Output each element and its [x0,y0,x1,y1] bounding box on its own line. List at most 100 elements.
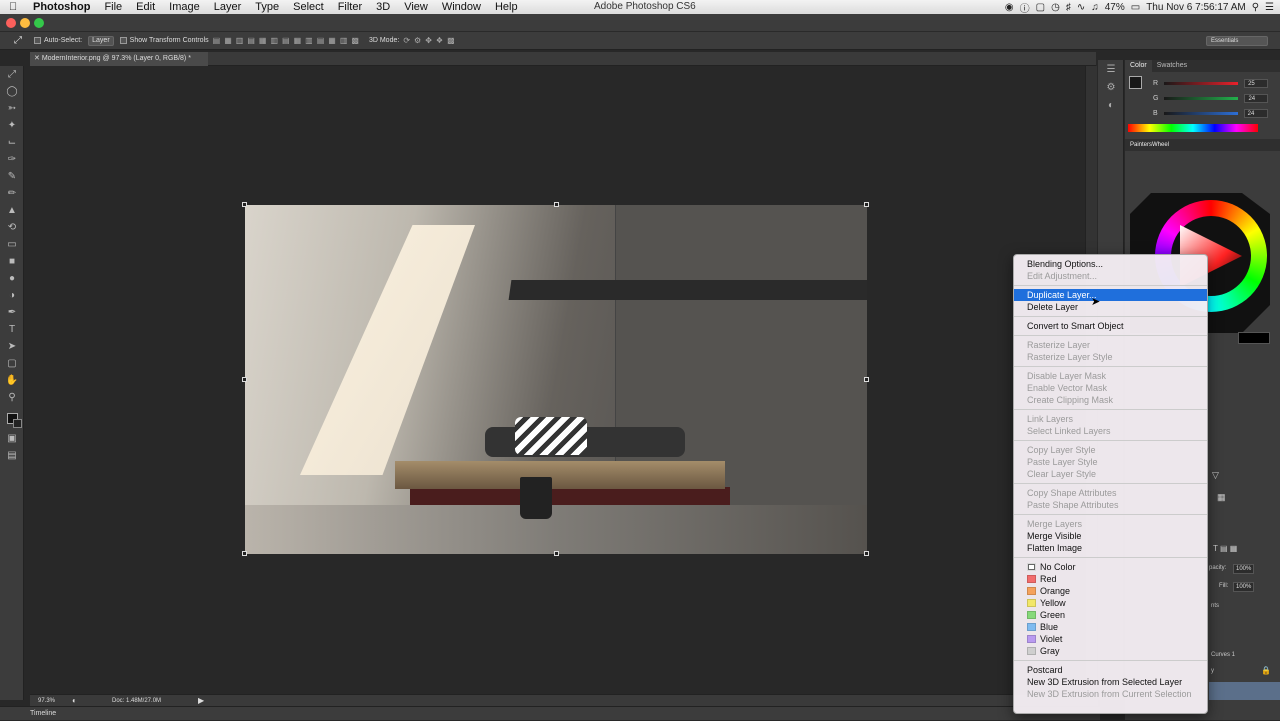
3d-rotate-icon[interactable]: ⟳ [403,36,410,45]
distribute-bottom-icon[interactable]: ▥ [305,36,313,45]
menu-type[interactable]: Type [248,1,286,13]
menu-item-red[interactable]: Red [1014,573,1207,585]
bluetooth-icon[interactable]: ♯ [1066,2,1071,13]
transform-handle[interactable] [864,202,869,207]
close-tab-icon[interactable]: ✕ [34,55,42,62]
menu-view[interactable]: View [397,1,435,13]
menu-layer[interactable]: Layer [207,1,249,13]
type-filter-icon[interactable]: T ▤ ▦ [1213,544,1237,553]
transform-handle[interactable] [554,551,559,556]
shape-tool-icon[interactable]: ▢ [0,355,24,372]
lasso-tool-icon[interactable]: ➳ [0,100,24,117]
transform-controls-checkbox[interactable]: Show Transform Controls [119,37,209,44]
menu-select[interactable]: Select [286,1,331,13]
opacity-field[interactable]: 100% [1233,564,1255,574]
marquee-tool-icon[interactable]: ◯ [0,83,24,100]
minimize-window-button[interactable] [20,18,30,28]
menu-item-violet[interactable]: Violet [1014,633,1207,645]
filter-layers-icon[interactable]: ▽ [1212,470,1219,481]
history-brush-tool-icon[interactable]: ⟲ [0,219,24,236]
record-icon[interactable]: ◉ [1005,2,1014,13]
align-right-icon[interactable]: ▥ [270,36,278,45]
fill-field[interactable]: 100% [1233,582,1255,592]
apple-icon[interactable]:  [9,1,23,13]
distribute-left-icon[interactable]: ▤ [317,36,325,45]
green-slider[interactable] [1164,97,1239,100]
auto-select-checkbox[interactable]: Auto-Select: [34,37,82,44]
3d-drag-icon[interactable]: ✥ [425,36,432,45]
workspace-dropdown[interactable]: Essentials [1206,36,1268,46]
dropbox-icon[interactable]: ▢ [1036,2,1045,13]
document-tab[interactable]: ✕ ModernInterior.png @ 97.3% (Layer 0, R… [30,52,208,66]
menu-item-no-color[interactable]: No Color [1014,561,1207,573]
color-spectrum-bar[interactable] [1128,124,1258,132]
auto-align-icon[interactable]: ▩ [351,36,359,45]
menu-item-blue[interactable]: Blue [1014,621,1207,633]
menu-help[interactable]: Help [488,1,525,13]
path-selection-tool-icon[interactable]: ➤ [0,338,24,355]
align-bottom-icon[interactable]: ▥ [236,36,244,45]
transform-handle[interactable] [864,551,869,556]
close-window-button[interactable] [6,18,16,28]
menu-file[interactable]: File [97,1,129,13]
healing-brush-tool-icon[interactable]: ✎ [0,168,24,185]
3d-scale-icon[interactable]: ▩ [447,36,455,45]
tab-color[interactable]: Color [1125,60,1152,72]
notifications-icon[interactable]: ☰ [1265,2,1274,13]
b-value-field[interactable]: 24 [1243,109,1268,118]
blur-tool-icon[interactable]: ● [0,270,24,287]
brush-tool-icon[interactable]: ✏ [0,185,24,202]
menu-item-duplicate-layer[interactable]: Duplicate Layer... [1014,289,1207,301]
magic-wand-tool-icon[interactable]: ✦ [0,117,24,134]
type-tool-icon[interactable]: T [0,321,24,338]
distribute-vcenter-icon[interactable]: ▦ [294,36,302,45]
align-top-icon[interactable]: ▤ [213,36,221,45]
screen-mode-icon[interactable]: ▤ [0,447,24,464]
distribute-top-icon[interactable]: ▤ [282,36,290,45]
3d-slide-icon[interactable]: ❖ [436,36,443,45]
eyedropper-tool-icon[interactable]: ✑ [0,151,24,168]
selected-layer-row[interactable] [1209,682,1280,700]
auto-select-dropdown[interactable]: Layer [88,35,114,46]
menu-filter[interactable]: Filter [331,1,369,13]
clock[interactable]: Thu Nov 6 7:56:17 AM [1146,2,1246,13]
clone-stamp-tool-icon[interactable]: ▲ [0,202,24,219]
crop-tool-icon[interactable]: ⌙ [0,134,24,151]
menu-window[interactable]: Window [435,1,488,13]
spotlight-icon[interactable]: ⚲ [1252,2,1259,13]
properties-panel-icon[interactable]: ⚙ [1098,78,1124,96]
transform-handle[interactable] [242,551,247,556]
adjustments-panel-icon[interactable]: ◐ [1098,96,1124,114]
menu-item-blending-options[interactable]: Blending Options... [1014,258,1207,270]
menu-item-orange[interactable]: Orange [1014,585,1207,597]
g-value-field[interactable]: 24 [1244,94,1269,103]
menu-item-postcard[interactable]: Postcard [1014,664,1207,676]
menu-item-flatten-image[interactable]: Flatten Image [1014,542,1207,554]
timer-icon[interactable]: ⓘ [1020,0,1030,15]
move-tool-icon[interactable]: ⤢ [0,66,24,83]
menu-item-green[interactable]: Green [1014,609,1207,621]
r-value-field[interactable]: 25 [1244,79,1269,88]
align-vcenter-icon[interactable]: ▦ [224,36,232,45]
menu-item-yellow[interactable]: Yellow [1014,597,1207,609]
move-tool-icon[interactable]: ⤢ [14,35,22,46]
backup-icon[interactable]: ◷ [1051,2,1060,13]
document-image[interactable] [245,205,867,554]
blue-slider[interactable] [1163,112,1238,115]
align-hcenter-icon[interactable]: ▦ [259,36,267,45]
red-slider[interactable] [1164,82,1239,85]
timeline-tab[interactable]: Timeline [0,706,1100,720]
dodge-tool-icon[interactable]: ◑ [0,287,24,304]
hand-tool-icon[interactable]: ✋ [0,372,24,389]
quick-mask-icon[interactable]: ▣ [0,430,24,447]
gradient-tool-icon[interactable]: ■ [0,253,24,270]
color-swatches-icon[interactable] [0,406,24,430]
distribute-right-icon[interactable]: ▥ [340,36,348,45]
menu-edit[interactable]: Edit [129,1,162,13]
transform-handle[interactable] [554,202,559,207]
layer-lock-icon[interactable]: ▦ [1217,492,1226,503]
menu-app-photoshop[interactable]: Photoshop [26,1,97,13]
menu-item-new-3d-extrusion-from-selected-layer[interactable]: New 3D Extrusion from Selected Layer [1014,676,1207,688]
transform-handle[interactable] [242,377,247,382]
wifi-icon[interactable]: ∿ [1077,2,1085,13]
